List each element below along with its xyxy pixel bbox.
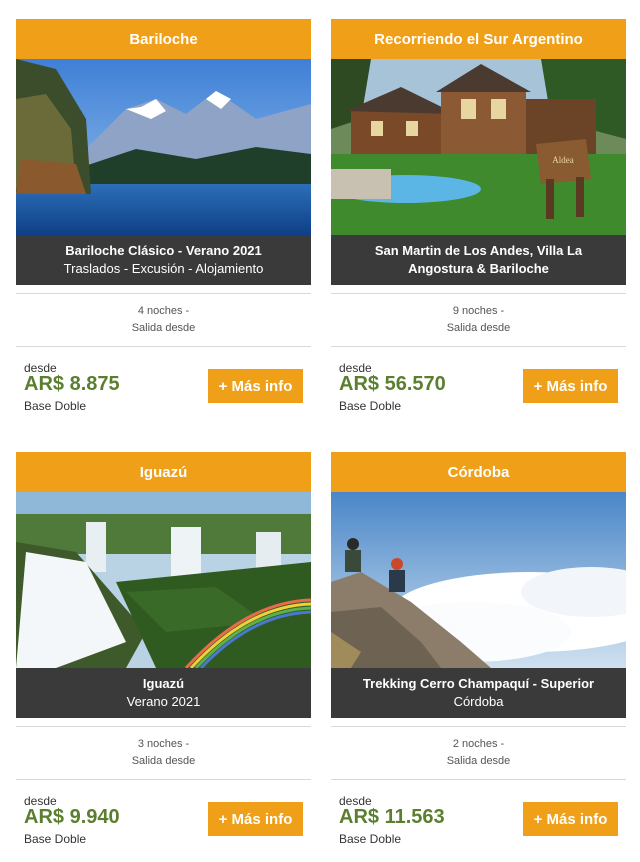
price-value: AR$ 56.570	[339, 373, 446, 395]
tour-caption: Trekking Cerro Champaquí - Superior Córd…	[331, 668, 626, 718]
nights-text: 4 noches -	[137, 305, 190, 317]
tour-subtitle: Angostura & Bariloche	[408, 261, 549, 276]
tour-caption: San Martin de Los Andes, Villa La Angost…	[331, 235, 626, 285]
tour-photo[interactable]	[16, 492, 311, 668]
tour-title: San Martin de Los Andes, Villa La	[374, 243, 583, 258]
departure-text: Salida desde	[131, 322, 196, 334]
more-info-button[interactable]: + Más info	[523, 802, 618, 836]
departure-text: Salida desde	[446, 755, 511, 767]
price-row: desde AR$ 9.940 Base Doble + Más info	[16, 792, 311, 862]
tour-card-bariloche[interactable]: Bariloche Bariloche Clásico - Verano 202…	[16, 19, 311, 429]
tour-caption: Bariloche Clásico - Verano 2021 Traslado…	[16, 235, 311, 285]
tour-caption: Iguazú Verano 2021	[16, 668, 311, 718]
tour-card-cordoba[interactable]: Córdoba Trekking Cerro Champaquí - Super…	[331, 452, 626, 862]
tour-meta: 2 noches - Salida desde	[331, 726, 626, 780]
tour-title: Iguazú	[142, 676, 185, 691]
price-value: AR$ 9.940	[24, 806, 120, 828]
tour-meta: 3 noches - Salida desde	[16, 726, 311, 780]
nights-text: 3 noches -	[137, 738, 190, 750]
more-info-button[interactable]: + Más info	[208, 369, 303, 403]
nights-text: 9 noches -	[452, 305, 505, 317]
price-value: AR$ 8.875	[24, 373, 120, 395]
tour-subtitle: Córdoba	[453, 694, 504, 709]
price-row: desde AR$ 8.875 Base Doble + Más info	[16, 359, 311, 429]
tour-card-iguazu[interactable]: Iguazú Iguazú Verano 2021 3 noches - Sal…	[16, 452, 311, 862]
tour-subtitle: Verano 2021	[126, 694, 201, 709]
tour-title: Trekking Cerro Champaquí - Superior	[362, 676, 595, 691]
base-label: Base Doble	[24, 832, 87, 846]
tour-photo[interactable]	[16, 59, 311, 235]
base-label: Base Doble	[24, 399, 87, 413]
tour-photo[interactable]: Aldea	[331, 59, 626, 235]
departure-text: Salida desde	[446, 322, 511, 334]
tour-subtitle: Traslados - Excusión - Alojamiento	[63, 261, 264, 276]
card-region-header: Córdoba	[331, 452, 626, 492]
more-info-button[interactable]: + Más info	[208, 802, 303, 836]
price-row: desde AR$ 11.563 Base Doble + Más info	[331, 792, 626, 862]
more-info-button[interactable]: + Más info	[523, 369, 618, 403]
card-region-header: Recorriendo el Sur Argentino	[331, 19, 626, 59]
tour-photo[interactable]	[331, 492, 626, 668]
card-region-header: Bariloche	[16, 19, 311, 59]
lodge-sign-text: Aldea	[552, 155, 574, 165]
tour-meta: 9 noches - Salida desde	[331, 293, 626, 347]
card-region-header: Iguazú	[16, 452, 311, 492]
base-label: Base Doble	[339, 832, 402, 846]
price-row: desde AR$ 56.570 Base Doble + Más info	[331, 359, 626, 429]
tour-card-sur-argentino[interactable]: Recorriendo el Sur Argentino Aldea San M…	[331, 19, 626, 429]
tour-title: Bariloche Clásico - Verano 2021	[65, 243, 262, 258]
departure-text: Salida desde	[131, 755, 196, 767]
nights-text: 2 noches -	[452, 738, 505, 750]
tour-meta: 4 noches - Salida desde	[16, 293, 311, 347]
base-label: Base Doble	[339, 399, 402, 413]
price-value: AR$ 11.563	[339, 806, 445, 828]
